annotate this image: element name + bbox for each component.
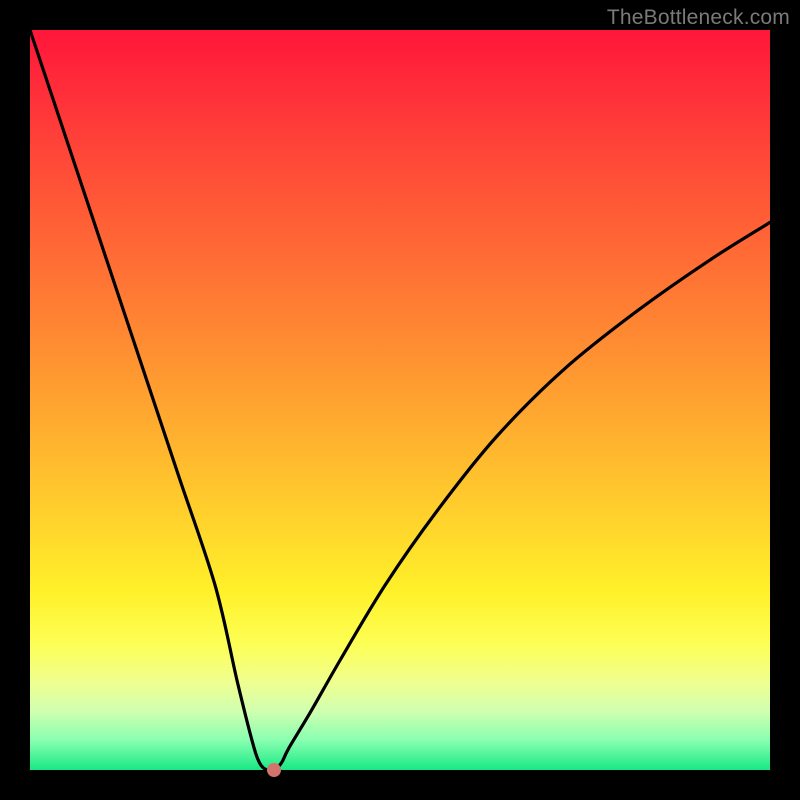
chart-frame: TheBottleneck.com [0, 0, 800, 800]
watermark-text: TheBottleneck.com [607, 6, 790, 30]
minimum-marker [267, 763, 281, 777]
curve-path [30, 30, 770, 771]
bottleneck-curve [30, 30, 770, 770]
plot-area [30, 30, 770, 770]
